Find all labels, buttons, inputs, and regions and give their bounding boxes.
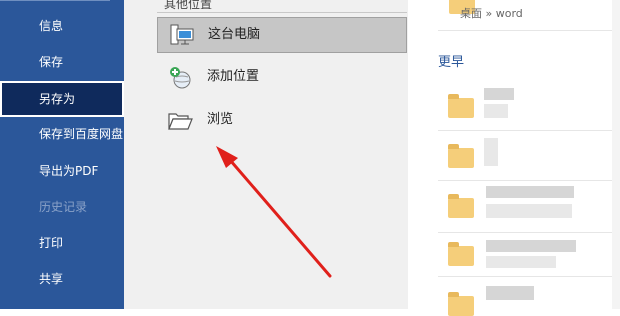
annotation-arrow: [216, 146, 332, 278]
